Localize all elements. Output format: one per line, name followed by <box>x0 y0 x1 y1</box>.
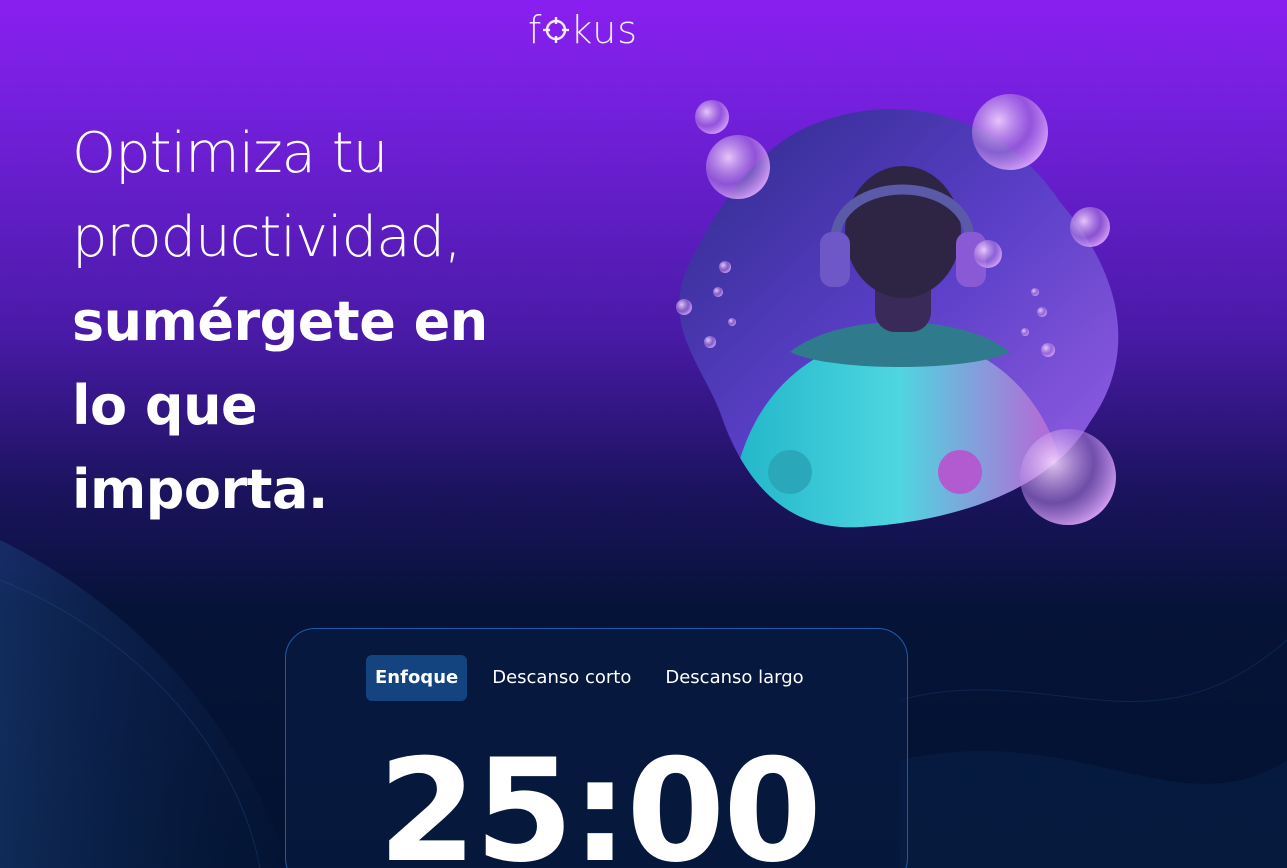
logo-prefix: f <box>528 8 543 52</box>
headline-light: Optimiza tu productividad, <box>72 121 462 270</box>
fokus-logo[interactable]: f kus <box>528 6 668 54</box>
tab-descanso-largo[interactable]: Descanso largo <box>656 655 812 701</box>
timer-display: 25:00 <box>377 729 822 868</box>
logo-suffix: kus <box>570 8 639 52</box>
hero-headline: Optimiza tu productividad, sumérgete en … <box>72 112 592 532</box>
pomodoro-timer-card: Enfoque Descanso corto Descanso largo 25… <box>285 628 908 868</box>
hero-image <box>676 94 1119 528</box>
tab-enfoque[interactable]: Enfoque <box>366 655 468 701</box>
tab-descanso-corto[interactable]: Descanso corto <box>483 655 640 701</box>
headline-bold: sumérgete en lo que importa. <box>72 290 488 521</box>
target-icon <box>543 17 570 43</box>
timer-mode-tabs: Enfoque Descanso corto Descanso largo <box>366 655 821 701</box>
